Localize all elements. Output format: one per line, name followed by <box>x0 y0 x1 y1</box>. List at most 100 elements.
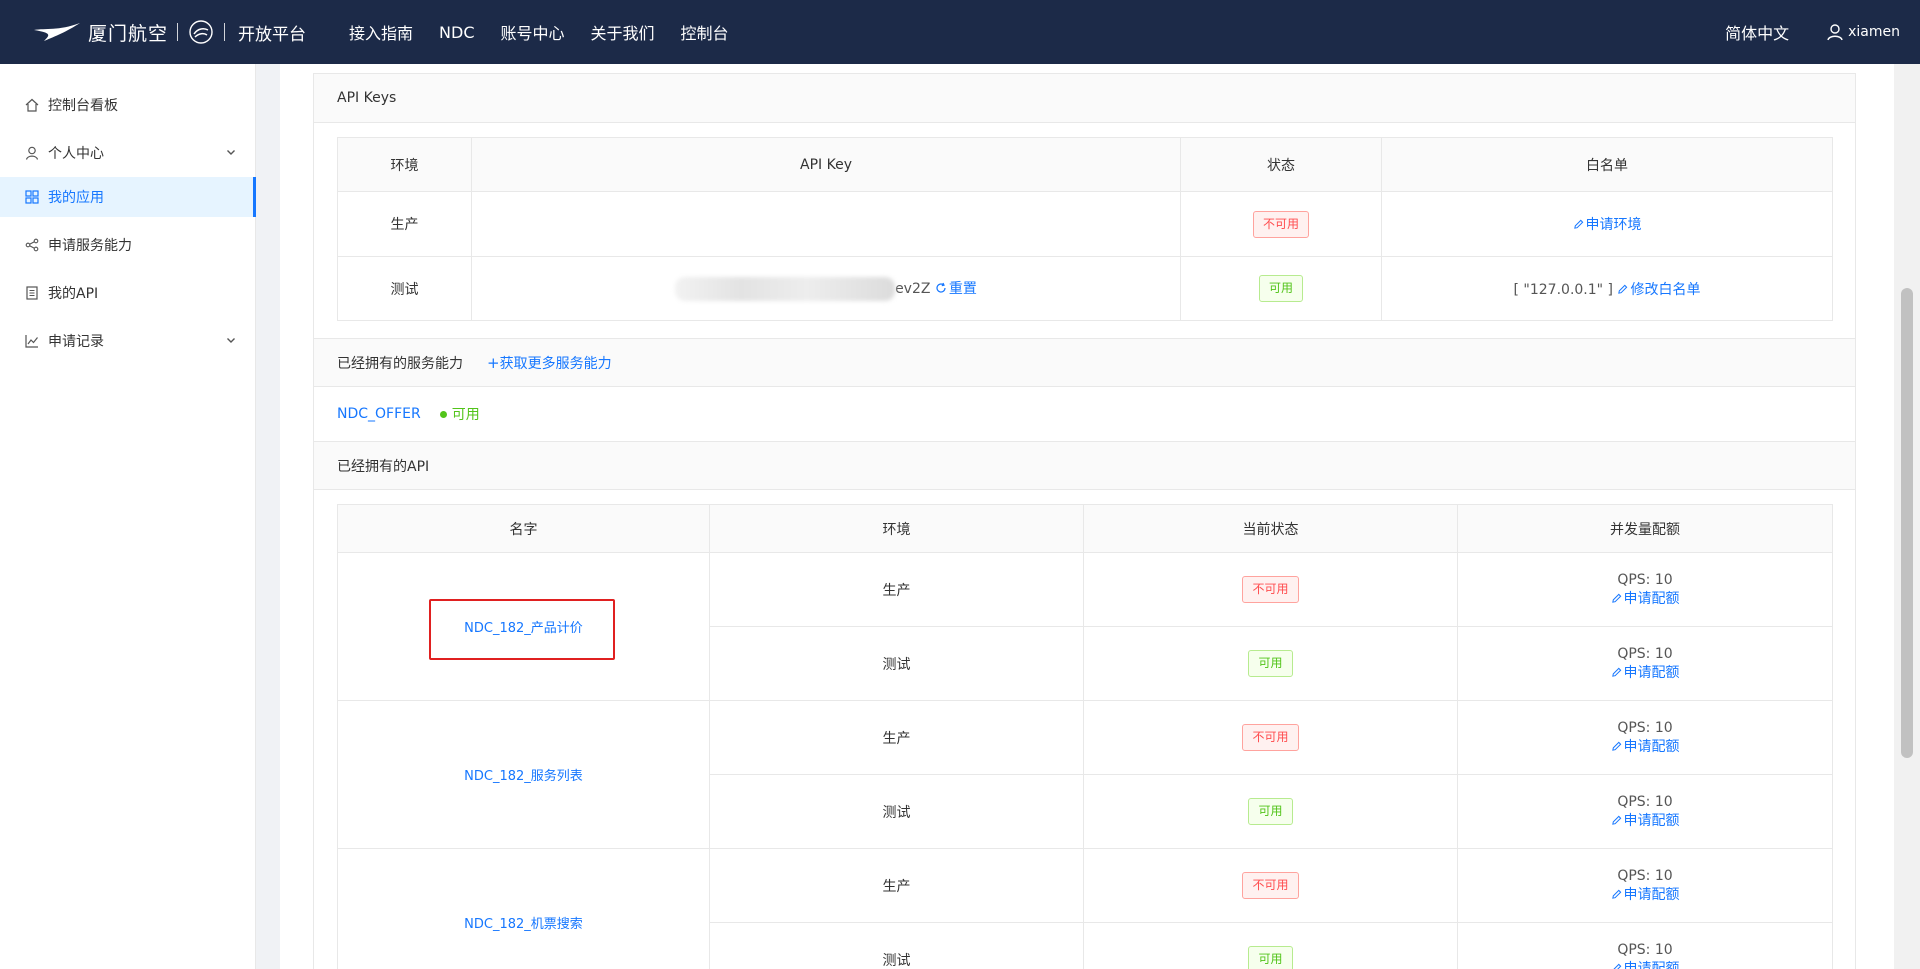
alliance-emblem-icon <box>189 20 213 44</box>
api-name-link[interactable]: NDC_182_产品计价 <box>464 621 583 636</box>
status-dot-icon <box>439 410 447 418</box>
sidebar-item-my-api[interactable]: 我的API <box>0 273 256 313</box>
service-name-link[interactable]: NDC_OFFER <box>337 406 421 422</box>
status-badge: 不可用 <box>1252 210 1309 238</box>
api-key-cell <box>471 191 1181 257</box>
apply-quota-link[interactable]: 申请配额 <box>1611 665 1680 681</box>
column-header: 并发量配额 <box>1457 504 1833 553</box>
sidebar-item-my-apps[interactable]: 我的应用 <box>0 177 256 217</box>
user-icon <box>25 146 39 160</box>
status-cell: 不可用 <box>1083 552 1458 627</box>
sidebar-item-label: 我的API <box>48 286 99 302</box>
whitelist-cell: 申请环境 <box>1381 191 1833 257</box>
sidebar-item-label: 我的应用 <box>48 190 104 206</box>
app-grid-icon <box>25 190 39 204</box>
whitelist-value: [ "127.0.0.1" ] <box>1513 281 1614 298</box>
api-name-link[interactable]: NDC_182_机票搜索 <box>464 917 583 932</box>
reset-key-link[interactable]: 重置 <box>935 281 977 297</box>
quota-cell: QPS: 10 申请配额 <box>1457 774 1833 849</box>
share-icon <box>25 238 39 252</box>
nav-about-us[interactable]: 关于我们 <box>591 20 655 44</box>
quota-value: QPS: 10 <box>1617 793 1673 810</box>
apply-quota-link[interactable]: 申请配额 <box>1611 961 1680 969</box>
quota-value: QPS: 10 <box>1617 571 1673 588</box>
language-switcher[interactable]: 简体中文 <box>1725 20 1789 44</box>
env-cell: 生产 <box>709 700 1084 775</box>
api-key-cell: ev2Z 重置 <box>471 256 1181 321</box>
sidebar-item-personal-center[interactable]: 个人中心 <box>0 133 256 173</box>
logo-divider <box>177 23 179 41</box>
status-cell: 可用 <box>1083 626 1458 701</box>
apply-quota-link[interactable]: 申请配额 <box>1611 887 1680 903</box>
table-row: 测试 ev2Z 重置 可用 [ "127.0.0.1" ] 修改白名单 <box>337 256 1833 321</box>
env-cell: 测试 <box>709 922 1084 969</box>
status-badge: 可用 <box>1248 650 1293 677</box>
scrollbar-thumb[interactable] <box>1901 288 1913 758</box>
sidebar-item-dashboard[interactable]: 控制台看板 <box>0 85 256 125</box>
table-row: NDC_182_服务列表 生产 不可用 QPS: 10 申请配额 <box>337 700 1833 849</box>
status-badge: 可用 <box>1248 798 1293 825</box>
status-badge: 可用 <box>1248 946 1293 969</box>
platform-name: 开放平台 <box>238 24 307 45</box>
xiamen-airlines-bird-logo <box>34 23 80 41</box>
sidebar-item-apply-service[interactable]: 申请服务能力 <box>0 225 256 265</box>
apply-quota-link[interactable]: 申请配额 <box>1611 813 1680 829</box>
status-label: 可用 <box>451 407 480 423</box>
status-cell: 可用 <box>1083 774 1458 849</box>
env-cell: 测试 <box>337 256 472 321</box>
section-title: API Keys <box>337 90 397 106</box>
api-keys-table: 环境 API Key 状态 白名单 生产 不可用 申请环境 测试 ev2Z 重置 <box>337 137 1833 321</box>
column-header: API Key <box>471 137 1181 192</box>
link-label: 申请配额 <box>1623 960 1680 969</box>
apis-header: 已经拥有的API <box>314 441 1855 490</box>
apply-quota-link[interactable]: 申请配额 <box>1611 591 1680 607</box>
column-header: 白名单 <box>1381 137 1833 192</box>
quota-value: QPS: 10 <box>1617 645 1673 662</box>
sidebar: 控制台看板 个人中心 我的应用 申请服务能力 我的API 申请记录 <box>0 64 256 969</box>
service-item: NDC_OFFER 可用 <box>337 387 480 441</box>
link-label: 申请配额 <box>1623 664 1680 681</box>
link-label: 申请配额 <box>1623 886 1680 903</box>
env-cell: 测试 <box>709 626 1084 701</box>
refresh-icon <box>936 282 946 293</box>
app-detail-card: API Keys 环境 API Key 状态 白名单 生产 不可用 申请环境 测… <box>313 73 1856 969</box>
table-row: 生产 不可用 申请环境 <box>337 191 1833 257</box>
document-icon <box>25 286 39 300</box>
logo[interactable]: 厦门航空 开放平台 <box>32 0 306 64</box>
quota-cell: QPS: 10 申请配额 <box>1457 626 1833 701</box>
column-header: 状态 <box>1180 137 1382 192</box>
vertical-scrollbar[interactable] <box>1894 64 1920 969</box>
chevron-down-icon <box>227 150 235 155</box>
chevron-down-icon <box>227 338 235 343</box>
apis-table: 名字 环境 当前状态 并发量配额 NDC_182_产品计价 生产 不可用 QPS… <box>337 504 1833 969</box>
api-name-link[interactable]: NDC_182_服务列表 <box>464 769 583 784</box>
link-label: 申请配额 <box>1623 812 1680 829</box>
user-menu[interactable]: xiamen <box>1827 23 1900 41</box>
quota-value: QPS: 10 <box>1617 867 1673 884</box>
sidebar-item-apply-records[interactable]: 申请记录 <box>0 321 256 361</box>
edit-icon <box>1573 219 1583 229</box>
nav-access-guide[interactable]: 接入指南 <box>349 20 413 44</box>
nav-account-center[interactable]: 账号中心 <box>501 20 565 44</box>
quota-value: QPS: 10 <box>1617 941 1673 958</box>
sidebar-item-label: 申请服务能力 <box>48 238 132 254</box>
api-keys-header: API Keys <box>314 74 1855 123</box>
edit-whitelist-link[interactable]: 修改白名单 <box>1617 282 1700 298</box>
get-more-services-link[interactable]: +获取更多服务能力 <box>487 353 612 373</box>
nav-console[interactable]: 控制台 <box>681 20 729 44</box>
nav-ndc[interactable]: NDC <box>439 23 474 42</box>
quota-cell: QPS: 10 申请配额 <box>1457 552 1833 627</box>
status-badge: 不可用 <box>1242 872 1299 899</box>
edit-icon <box>1611 889 1621 899</box>
env-cell: 生产 <box>337 191 472 257</box>
apply-quota-link[interactable]: 申请配额 <box>1611 739 1680 755</box>
link-label: 修改白名单 <box>1630 281 1701 298</box>
service-status: 可用 <box>439 404 480 424</box>
table-row: NDC_182_产品计价 生产 不可用 QPS: 10 申请配额 <box>337 552 1833 701</box>
link-label: 申请配额 <box>1623 738 1680 755</box>
edit-icon <box>1611 815 1621 825</box>
quota-cell: QPS: 10 申请配额 <box>1457 922 1833 969</box>
column-header: 环境 <box>337 137 472 192</box>
main-nav: 接入指南 NDC 账号中心 关于我们 控制台 <box>336 0 742 64</box>
apply-environment-link[interactable]: 申请环境 <box>1573 217 1642 233</box>
